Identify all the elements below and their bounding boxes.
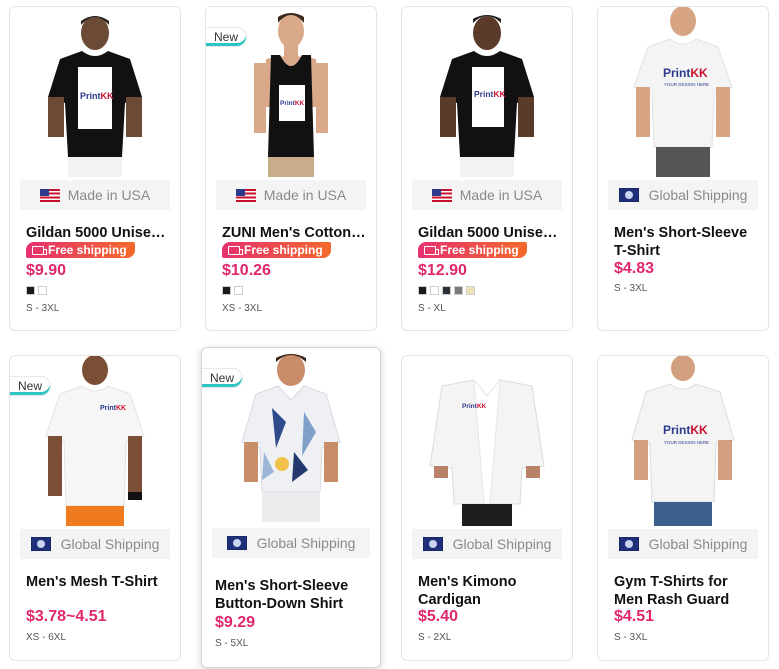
product-image[interactable]: PrintKK New [206,7,376,177]
swatch-natural[interactable] [466,286,475,295]
size-range: XS - 6XL [26,632,67,643]
shipping-label: Made in USA [67,187,151,203]
svg-text:PrintKK: PrintKK [462,403,487,410]
swatch-black[interactable] [418,286,427,295]
swatch-dark-heather[interactable] [442,286,451,295]
us-flag-icon [235,188,256,202]
product-image[interactable]: PrintKK [402,7,572,177]
free-shipping-badge: Free shipping [222,242,331,258]
svg-text:PrintKK: PrintKK [100,405,126,412]
product-image[interactable]: PrintKK YOUR DESIGN HERE [598,356,768,526]
product-card-7[interactable]: PrintKK Global Shipping Men's Kimono Car… [401,355,573,661]
product-price: $9.90 [26,262,67,279]
product-card-6[interactable]: New Global Shipping Men's Short-Sleeve B… [201,347,381,668]
product-card-4[interactable]: PrintKK YOUR DESIGN HERE Global Shipping… [597,6,769,331]
globe-flag-icon [618,537,639,551]
shipping-label: Made in USA [263,187,347,203]
product-title[interactable]: Men's Mesh T-Shirt [26,574,170,590]
shipping-origin: Global Shipping [608,529,758,559]
truck-icon [32,245,47,255]
new-badge: New [202,368,244,388]
product-price: $9.29 [215,614,256,631]
shipping-origin: Made in USA [412,180,562,210]
model-in-tshirt-image: PrintKK [48,16,142,177]
us-flag-icon [39,188,60,202]
shipping-origin: Made in USA [20,180,170,210]
shipping-label: Global Shipping [60,536,160,552]
globe-flag-icon [422,537,443,551]
model-in-kimono-image: PrintKK [429,378,545,526]
new-badge: New [206,27,248,47]
model-in-tshirt-image: PrintKK YOUR DESIGN HERE [633,7,733,177]
product-title[interactable]: ZUNI Men's Cotton … [222,225,366,241]
size-range: S - 3XL [614,632,648,643]
product-price: $4.51 [614,608,655,625]
color-swatches [418,286,475,295]
svg-text:PrintKK: PrintKK [663,66,708,80]
shipping-origin: Made in USA [216,180,366,210]
shipping-label: Made in USA [459,187,543,203]
size-range: S - 3XL [614,283,648,294]
product-image[interactable]: PrintKK New [10,356,180,526]
swatch-black[interactable] [26,286,35,295]
product-title[interactable]: Gildan 5000 Unisex… [418,225,562,241]
size-range: XS - 3XL [222,303,263,314]
product-card-3[interactable]: PrintKK Made in USA Gildan 5000 Unisex… … [401,6,573,331]
swatch-white[interactable] [430,286,439,295]
shipping-label: Global Shipping [648,536,748,552]
product-image[interactable]: PrintKK [10,7,180,177]
color-swatches [26,286,47,295]
svg-text:YOUR DESIGN HERE: YOUR DESIGN HERE [664,440,709,445]
product-card-2[interactable]: PrintKK New Made in USA ZUNI Men's Cotto… [205,6,377,331]
product-price: $4.83 [614,260,655,277]
free-shipping-badge: Free shipping [418,242,527,258]
shipping-origin: Global Shipping [412,529,562,559]
size-range: S - 3XL [26,303,60,314]
size-range: S - 2XL [418,632,452,643]
svg-text:YOUR DESIGN HERE: YOUR DESIGN HERE [664,82,709,87]
swatch-black[interactable] [222,286,231,295]
model-in-gym-tshirt-image: PrintKK YOUR DESIGN HERE [631,356,735,526]
product-title[interactable]: Men's Short-Sleeve Button-Down Shirt [215,577,370,613]
swatch-white[interactable] [234,286,243,295]
color-swatches [222,286,243,295]
product-image[interactable]: PrintKK [402,356,572,526]
product-image[interactable]: PrintKK YOUR DESIGN HERE [598,7,768,177]
product-title[interactable]: Gym T-Shirts for Men Rash Guard [614,573,758,609]
globe-flag-icon [618,188,639,202]
new-badge: New [10,376,52,396]
shipping-origin: Global Shipping [608,180,758,210]
svg-text:PrintKK: PrintKK [280,100,305,107]
svg-text:PrintKK: PrintKK [663,423,708,437]
product-card-5[interactable]: PrintKK New Global Shipping Men's Mesh T… [9,355,181,661]
shipping-label: Global Shipping [648,187,748,203]
shipping-label: Global Shipping [256,535,356,551]
svg-text:PrintKK: PrintKK [80,91,114,101]
product-price: $3.78~4.51 [26,608,107,625]
model-in-tshirt-image: PrintKK [440,15,534,177]
shipping-origin: Global Shipping [20,529,170,559]
product-title[interactable]: Gildan 5000 Unisex… [26,225,170,241]
swatch-white[interactable] [38,286,47,295]
size-range: S - 5XL [215,638,249,649]
product-price: $12.90 [418,262,467,279]
shipping-label: Global Shipping [452,536,552,552]
us-flag-icon [431,188,452,202]
product-image[interactable]: New [202,348,380,526]
product-card-1[interactable]: PrintKK Made in USA Gildan 5000 Unisex… … [9,6,181,331]
truck-icon [228,245,243,255]
product-card-8[interactable]: PrintKK YOUR DESIGN HERE Global Shipping… [597,355,769,661]
product-title[interactable]: Men's Kimono Cardigan [418,573,562,609]
shipping-origin: Global Shipping [212,528,370,558]
size-range: S - XL [418,303,446,314]
product-price: $10.26 [222,262,271,279]
free-shipping-badge: Free shipping [26,242,135,258]
product-title[interactable]: Men's Short-Sleeve T-Shirt Customized… [614,224,758,260]
product-price: $5.40 [418,608,459,625]
globe-flag-icon [226,536,247,550]
globe-flag-icon [30,537,51,551]
swatch-grey[interactable] [454,286,463,295]
svg-text:PrintKK: PrintKK [474,89,507,99]
truck-icon [424,245,439,255]
